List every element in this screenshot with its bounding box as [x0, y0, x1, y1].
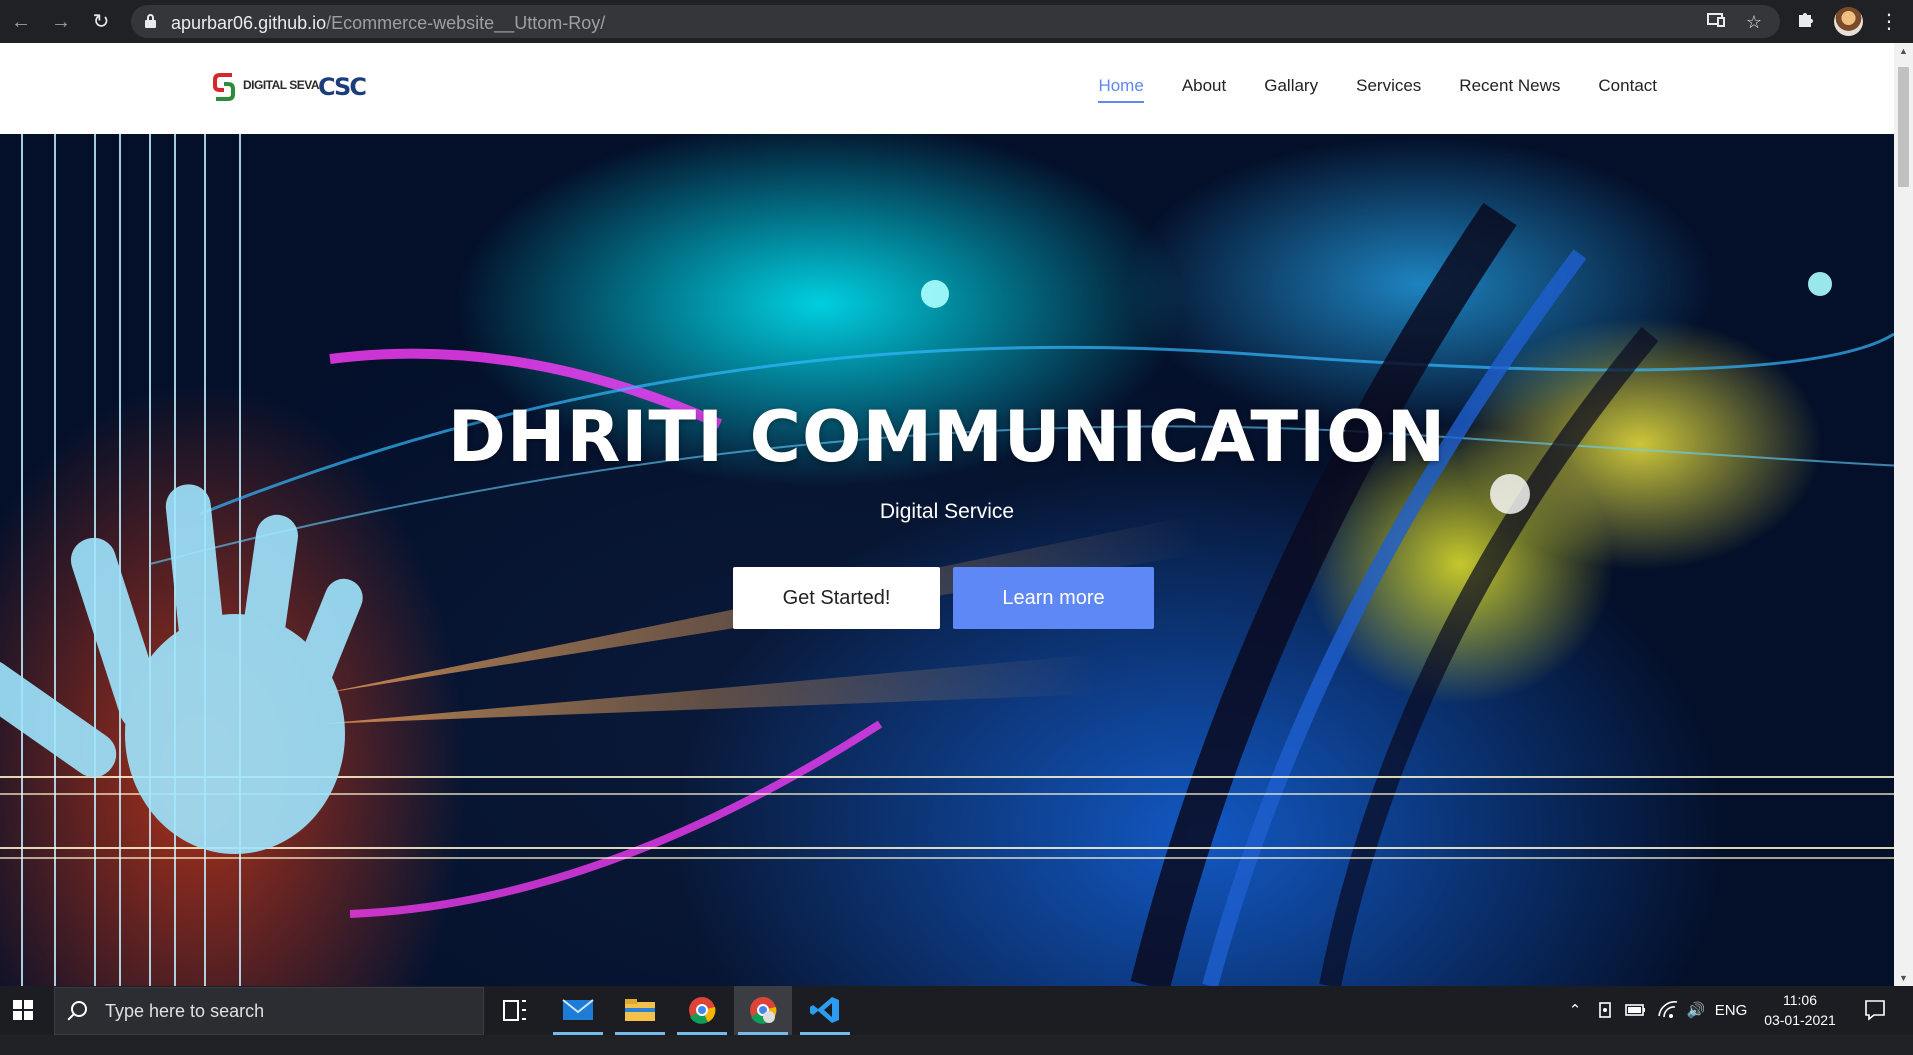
- file-explorer-icon[interactable]: [611, 986, 669, 1035]
- reload-icon[interactable]: ↻: [88, 9, 114, 35]
- wifi-icon[interactable]: [1655, 986, 1681, 1035]
- chrome-app-icon[interactable]: [673, 986, 731, 1035]
- device-icon[interactable]: [1593, 986, 1617, 1035]
- taskbar: Type here to search ⌃ 🔊 ENG 11:06 03-01-…: [0, 986, 1913, 1035]
- lock-icon[interactable]: [145, 14, 156, 28]
- nav-gallary[interactable]: Gallary: [1264, 76, 1318, 96]
- search-icon: [71, 1001, 87, 1017]
- hero-title: DHRITI COMMUNICATION: [447, 396, 1447, 478]
- hero-background-image: [0, 134, 1894, 986]
- get-started-button[interactable]: Get Started!: [733, 567, 940, 629]
- notifications-icon[interactable]: [1858, 986, 1892, 1035]
- vscode-app-icon[interactable]: [796, 986, 854, 1035]
- show-hidden-icons-icon[interactable]: ⌃: [1563, 986, 1587, 1035]
- bookmark-star-icon[interactable]: ☆: [1743, 11, 1765, 33]
- volume-icon[interactable]: 🔊: [1683, 986, 1709, 1035]
- page-viewport: DIGITAL SEVA CSC Home About Gallary Serv…: [0, 43, 1913, 986]
- nav-about[interactable]: About: [1182, 76, 1226, 96]
- page-scrollbar[interactable]: ▲ ▼: [1894, 43, 1913, 986]
- site-header: DIGITAL SEVA CSC Home About Gallary Serv…: [0, 43, 1894, 134]
- main-nav: Home About Gallary Services Recent News …: [1060, 76, 1657, 103]
- learn-more-button[interactable]: Learn more: [953, 567, 1154, 629]
- cast-icon[interactable]: [1705, 11, 1727, 33]
- scroll-up-icon[interactable]: ▲: [1894, 43, 1913, 59]
- nav-contact[interactable]: Contact: [1598, 76, 1657, 96]
- nav-services[interactable]: Services: [1356, 76, 1421, 96]
- back-icon[interactable]: ←: [8, 9, 34, 35]
- menu-kebab-icon[interactable]: ⋮: [1876, 9, 1902, 35]
- clock-time: 11:06: [1783, 992, 1817, 1008]
- clock-date: 03-01-2021: [1764, 1012, 1836, 1028]
- task-view-icon[interactable]: [486, 986, 544, 1035]
- language-indicator[interactable]: ENG: [1714, 986, 1748, 1035]
- battery-icon[interactable]: [1623, 986, 1649, 1035]
- taskbar-clock[interactable]: 11:06 03-01-2021: [1754, 990, 1846, 1030]
- url-text[interactable]: apurbar06.github.io/Ecommerce-website__U…: [171, 13, 605, 34]
- taskbar-search-input[interactable]: Type here to search: [54, 987, 484, 1035]
- mail-app-icon[interactable]: [549, 986, 607, 1035]
- scroll-down-icon[interactable]: ▼: [1894, 970, 1913, 986]
- nav-home[interactable]: Home: [1098, 76, 1145, 103]
- site-logo[interactable]: DIGITAL SEVA CSC: [212, 72, 367, 102]
- scroll-thumb[interactable]: [1898, 67, 1909, 187]
- logo-mark-icon: [213, 73, 235, 101]
- address-bar[interactable]: apurbar06.github.io/Ecommerce-website__U…: [131, 5, 1780, 38]
- browser-toolbar: ← → ↻ apurbar06.github.io/Ecommerce-webs…: [0, 0, 1913, 43]
- windows-start-icon[interactable]: [0, 986, 48, 1035]
- chrome-profile-app-icon[interactable]: [734, 986, 792, 1035]
- profile-avatar[interactable]: [1834, 7, 1863, 36]
- nav-recent-news[interactable]: Recent News: [1459, 76, 1560, 96]
- hero-subtitle: Digital Service: [879, 500, 1015, 523]
- hero-section: DHRITI COMMUNICATION Digital Service Get…: [0, 134, 1894, 986]
- forward-icon[interactable]: →: [48, 9, 74, 35]
- extensions-icon[interactable]: [1793, 9, 1819, 35]
